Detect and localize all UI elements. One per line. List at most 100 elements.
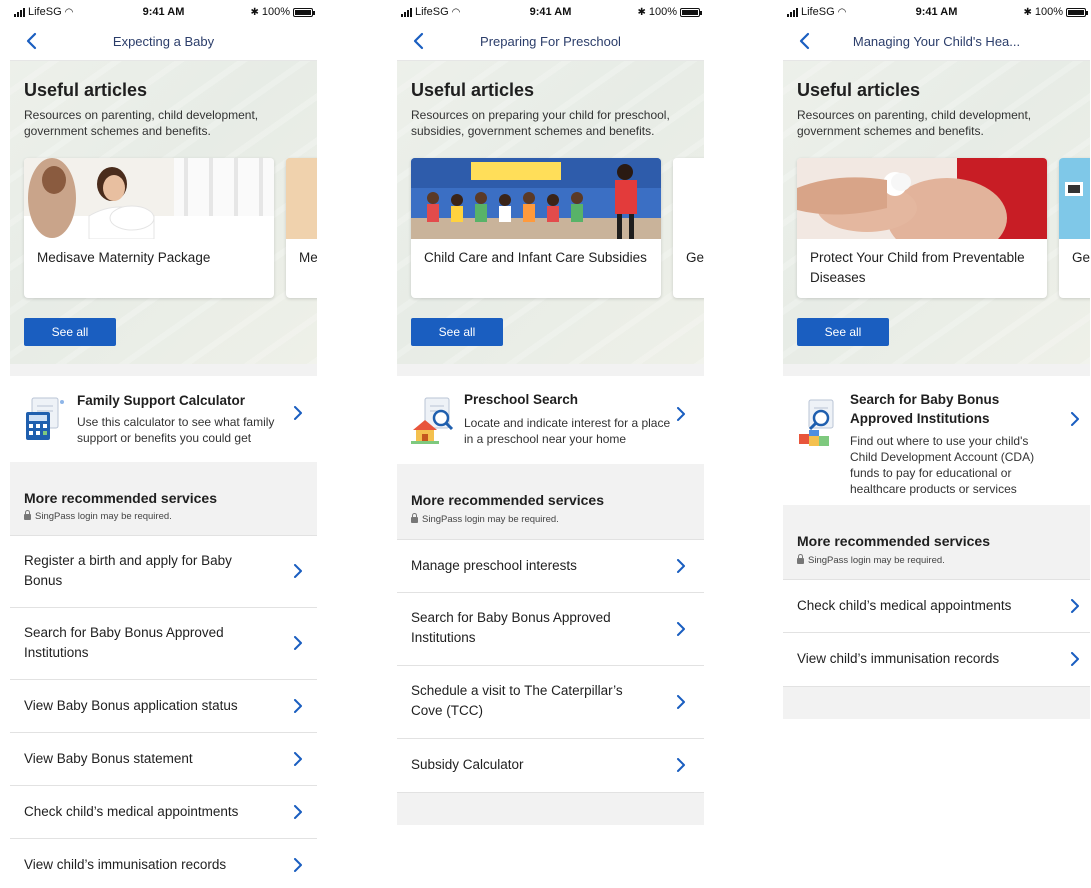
service-item[interactable]: Subsidy Calculator: [397, 738, 704, 792]
service-label: View Baby Bonus application status: [24, 698, 238, 713]
chevron-right-icon: [676, 559, 686, 573]
section-title: Useful articles: [797, 80, 921, 100]
page-title: Expecting a Baby: [112, 34, 215, 49]
article-card[interactable]: Child Care and Infant Care Subsidies: [411, 158, 661, 298]
useful-articles-section: Useful articles Resources on parenting, …: [10, 61, 317, 364]
article-image: [1059, 158, 1090, 239]
battery: ✱ 100%: [1023, 6, 1088, 18]
article-carousel[interactable]: Protect Your Child from Preventable Dise…: [797, 158, 1090, 298]
list-footer: [783, 686, 1090, 719]
service-item[interactable]: View child’s immunisation records: [783, 632, 1090, 686]
service-label: View child’s immunisation records: [24, 857, 227, 872]
section-description: Resources on preparing your child for pr…: [411, 108, 670, 138]
service-label: Manage preschool interests: [411, 558, 577, 573]
service-item[interactable]: View Baby Bonus statement: [10, 732, 317, 785]
service-label: Check child’s medical appointments: [797, 598, 1012, 613]
article-carousel[interactable]: Medisave Maternity Package Me: [24, 158, 317, 298]
section-description: Resources on parenting, child developmen…: [797, 108, 1032, 138]
battery-percent: 100%: [1034, 6, 1063, 18]
article-image: [286, 158, 317, 239]
article-card-title: Ge go: [686, 250, 704, 265]
chevron-right-icon: [1070, 652, 1080, 666]
article-card[interactable]: Ge fin: [1059, 158, 1090, 298]
institution-search-icon: [797, 398, 841, 446]
service-item[interactable]: Check child’s medical appointments: [783, 579, 1090, 632]
service-label: View Baby Bonus statement: [24, 751, 193, 766]
section-description: Resources on parenting, child developmen…: [24, 108, 259, 138]
service-label: Search for Baby Bonus Approved Instituti…: [411, 610, 611, 645]
singpass-note-text: SingPass login may be required.: [35, 511, 172, 522]
service-item[interactable]: Register a birth and apply for Baby Bonu…: [10, 535, 317, 607]
singpass-note: SingPass login may be required.: [24, 509, 172, 522]
article-card-title: Me: [299, 250, 317, 265]
back-chevron-icon[interactable]: [409, 30, 431, 52]
battery: ✱ 100%: [637, 6, 702, 18]
section-divider: [783, 364, 1090, 376]
preschool-search-icon: [411, 396, 455, 444]
service-item[interactable]: Schedule a visit to The Caterpillar’s Co…: [397, 665, 704, 738]
lock-icon: [797, 553, 804, 565]
feature-title: Search for Baby Bonus Approved Instituti…: [850, 392, 1000, 426]
article-card-title: Medisave Maternity Package: [37, 250, 211, 265]
phone-screen-expecting-baby: LifeSG ◠ 9:41 AM ✱ 100% Expecting a Baby…: [10, 0, 317, 888]
back-chevron-icon[interactable]: [22, 30, 44, 52]
feature-preschool-search[interactable]: Preschool Search Locate and indicate int…: [397, 376, 704, 464]
article-card-title: Protect Your Child from Preventable Dise…: [810, 250, 1025, 285]
see-all-button[interactable]: See all: [411, 318, 503, 346]
feature-title: Family Support Calculator: [77, 393, 246, 408]
chevron-right-icon: [676, 622, 686, 636]
see-all-button[interactable]: See all: [24, 318, 116, 346]
chevron-right-icon: [293, 805, 303, 819]
chevron-right-icon: [676, 758, 686, 772]
article-card[interactable]: Me: [286, 158, 317, 298]
service-label: View child’s immunisation records: [797, 651, 1000, 666]
battery-icon: [1066, 7, 1088, 17]
battery-percent: 100%: [648, 6, 677, 18]
article-card[interactable]: Protect Your Child from Preventable Dise…: [797, 158, 1047, 298]
page-title: Preparing For Preschool: [480, 34, 621, 49]
more-title: More recommended services: [411, 492, 604, 508]
service-item[interactable]: Check child’s medical appointments: [10, 785, 317, 838]
feature-family-support-calculator[interactable]: Family Support Calculator Use this calcu…: [10, 376, 317, 462]
battery: ✱ 100%: [250, 6, 315, 18]
article-card-title: Ge fin: [1072, 250, 1090, 265]
chevron-right-icon: [293, 858, 303, 872]
battery-percent: 100%: [261, 6, 290, 18]
article-card[interactable]: Ge go: [673, 158, 704, 298]
feature-description: Find out where to use your child's Child…: [850, 434, 1035, 496]
singpass-note-text: SingPass login may be required.: [422, 514, 559, 525]
service-item[interactable]: View child’s immunisation records: [10, 838, 317, 888]
service-label: Check child’s medical appointments: [24, 804, 239, 819]
chevron-right-icon: [1070, 599, 1080, 613]
service-item[interactable]: Manage preschool interests: [397, 539, 704, 592]
chevron-right-icon: [676, 695, 686, 709]
service-item[interactable]: View Baby Bonus application status: [10, 679, 317, 732]
useful-articles-section: Useful articles Resources on parenting, …: [783, 61, 1090, 364]
singpass-note-text: SingPass login may be required.: [808, 555, 945, 566]
article-carousel[interactable]: Child Care and Infant Care Subsidies Ge …: [411, 158, 704, 298]
list-footer: [397, 792, 704, 825]
service-item[interactable]: Search for Baby Bonus Approved Instituti…: [10, 607, 317, 679]
feature-title: Preschool Search: [464, 392, 579, 407]
lock-icon: [24, 509, 31, 521]
article-image-childcare: [411, 158, 661, 239]
service-label: Register a birth and apply for Baby Bonu…: [24, 553, 232, 588]
calculator-icon: [24, 394, 68, 442]
feature-baby-bonus-institutions[interactable]: Search for Baby Bonus Approved Instituti…: [783, 376, 1090, 505]
see-all-button[interactable]: See all: [797, 318, 889, 346]
status-bar: LifeSG ◠ 9:41 AM ✱ 100%: [397, 0, 704, 22]
bluetooth-icon: ✱: [250, 6, 259, 18]
nav-bar: Expecting a Baby: [10, 22, 317, 61]
article-card[interactable]: Medisave Maternity Package: [24, 158, 274, 298]
bluetooth-icon: ✱: [1023, 6, 1032, 18]
chevron-right-icon: [1070, 412, 1080, 426]
article-card-title: Child Care and Infant Care Subsidies: [424, 250, 647, 265]
back-chevron-icon[interactable]: [795, 30, 817, 52]
bluetooth-icon: ✱: [637, 6, 646, 18]
service-item[interactable]: Search for Baby Bonus Approved Instituti…: [397, 592, 704, 665]
section-divider: [10, 364, 317, 376]
singpass-note: SingPass login may be required.: [411, 512, 559, 525]
article-image: [673, 158, 704, 239]
status-bar: LifeSG ◠ 9:41 AM ✱ 100%: [10, 0, 317, 22]
more-title: More recommended services: [797, 533, 990, 549]
